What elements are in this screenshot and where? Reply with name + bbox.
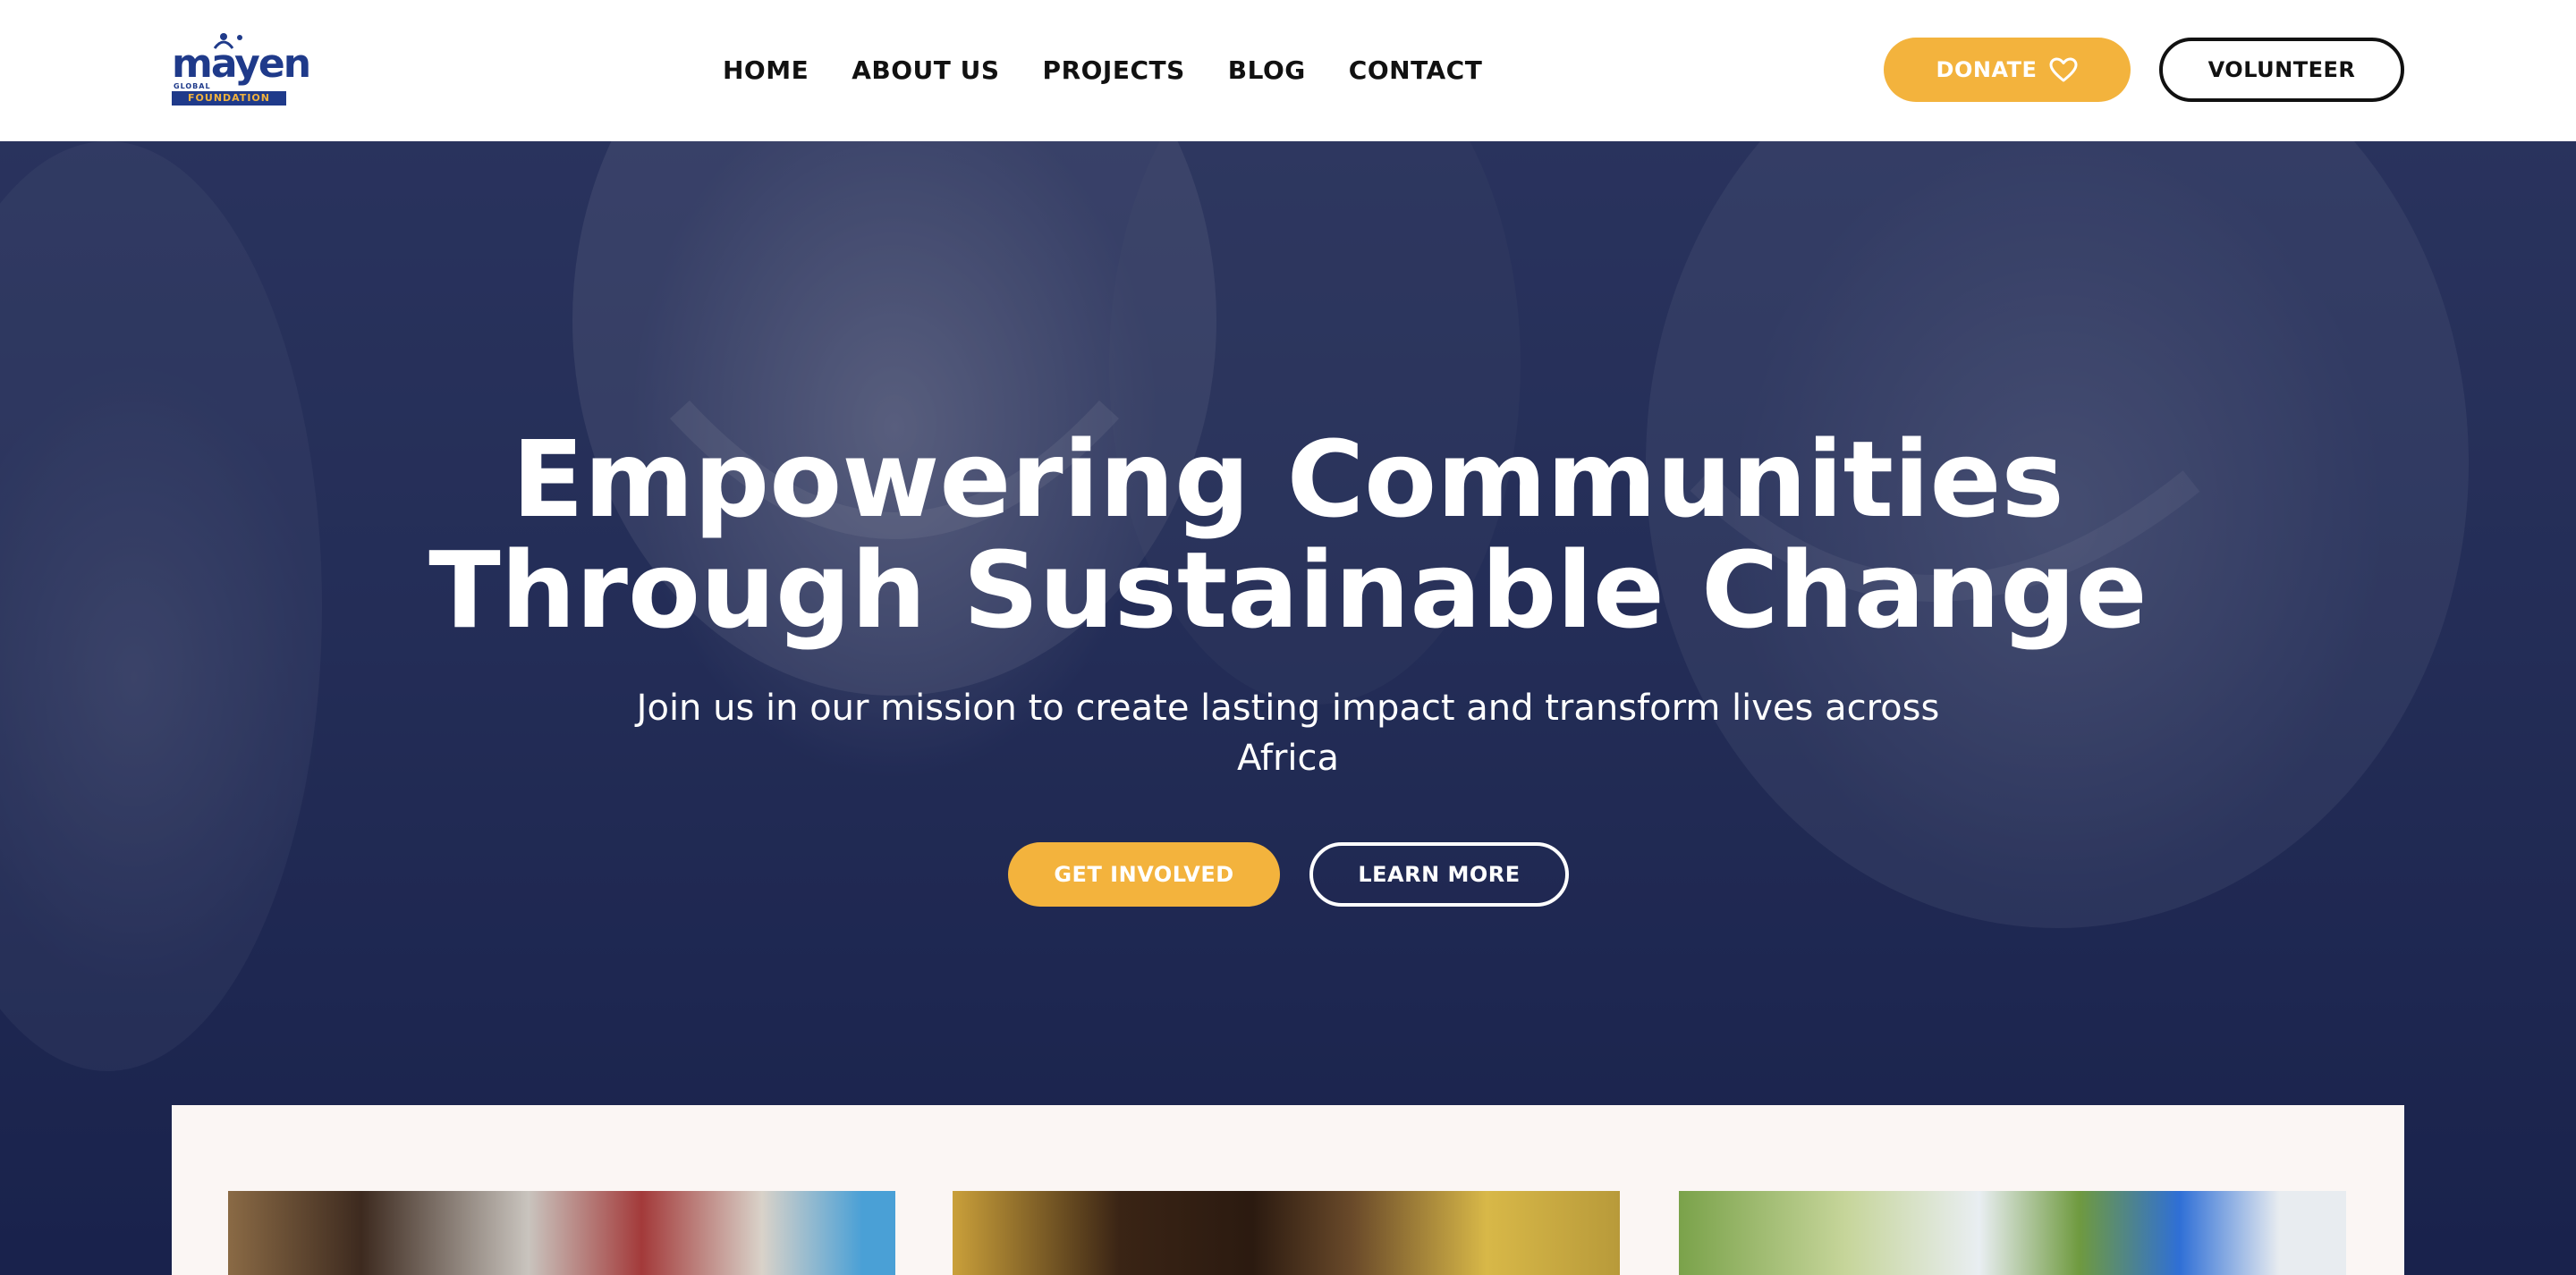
hero-title-line2: Through Sustainable Change: [428, 528, 2148, 652]
nav-contact[interactable]: CONTACT: [1349, 55, 1483, 85]
logo-global: GLOBAL: [174, 82, 211, 90]
logo-word: mayen: [172, 41, 311, 87]
heart-icon: [2049, 57, 2078, 82]
nav-blog[interactable]: BLOG: [1228, 55, 1306, 85]
projects-card-panel: [172, 1105, 2404, 1275]
volunteer-button[interactable]: VOLUNTEER: [2159, 38, 2404, 102]
hero-title-line1: Empowering Communities: [512, 418, 2064, 541]
hero-subtitle: Join us in our mission to create lasting…: [636, 688, 1940, 779]
main-nav: HOME ABOUT US PROJECTS BLOG CONTACT: [723, 50, 1482, 89]
hero-title: Empowering Communities Through Sustainab…: [0, 424, 2576, 646]
card-image-children-health[interactable]: [228, 1191, 895, 1275]
donate-button[interactable]: DONATE: [1884, 38, 2131, 102]
donate-label: DONATE: [1936, 57, 2038, 82]
site-header: mayen GLOBAL FOUNDATION HOME ABOUT US PR…: [0, 0, 2576, 141]
nav-projects[interactable]: PROJECTS: [1043, 55, 1185, 85]
card-image-child-portrait[interactable]: [953, 1191, 1620, 1275]
get-involved-button[interactable]: GET INVOLVED: [1008, 842, 1280, 907]
learn-more-button[interactable]: LEARN MORE: [1309, 842, 1569, 907]
nav-home[interactable]: HOME: [723, 55, 809, 85]
nav-about-us[interactable]: ABOUT US: [852, 55, 999, 85]
logo-band: FOUNDATION: [172, 91, 286, 106]
mayen-foundation-logo[interactable]: mayen GLOBAL FOUNDATION: [172, 32, 311, 107]
card-image-medical-outreach[interactable]: [1679, 1191, 2346, 1275]
